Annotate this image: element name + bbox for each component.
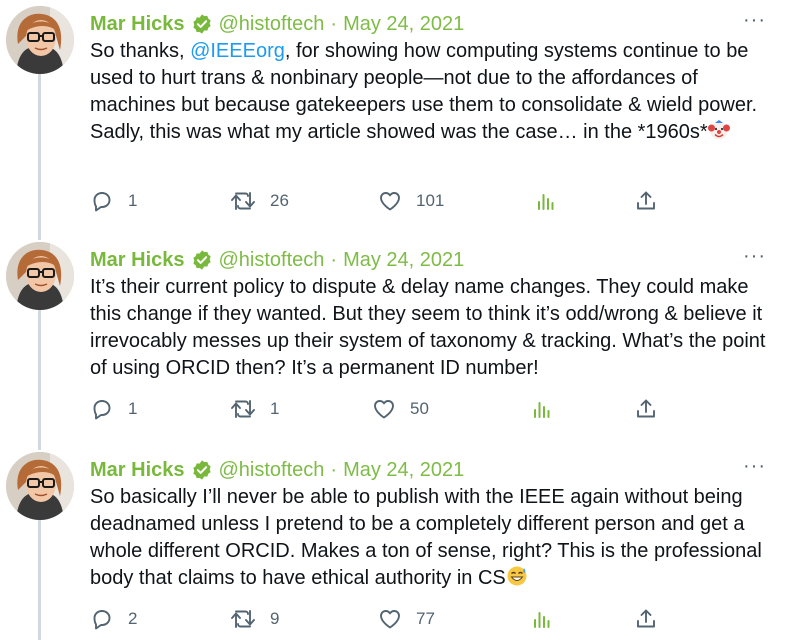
like-count: 101 [416, 191, 445, 210]
retweet-count: 26 [270, 191, 289, 210]
avatar-image [6, 242, 74, 310]
tweet[interactable]: Mar Hicks @histoftech · May 24, 2021 ···… [0, 240, 788, 440]
analytics-button[interactable] [530, 604, 554, 634]
analytics-icon [534, 612, 550, 628]
avatar[interactable] [6, 242, 74, 310]
tweet[interactable]: Mar Hicks @histoftech · May 24, 2021 ···… [0, 4, 788, 224]
author-handle[interactable]: @histoftech [219, 459, 325, 482]
like-icon [380, 192, 400, 211]
share-icon [637, 609, 655, 628]
reply-button[interactable]: 2 [90, 604, 137, 634]
share-button[interactable] [634, 394, 658, 424]
reply-button[interactable]: 1 [90, 186, 137, 216]
more-icon[interactable]: ··· [743, 10, 766, 30]
tweet-header: Mar Hicks @histoftech · May 24, 2021 [90, 456, 464, 484]
like-button[interactable]: 50 [372, 394, 429, 424]
tweet-text: So basically I’ll never be able to publi… [90, 484, 770, 592]
retweet-icon [231, 610, 255, 628]
tweet-actions: 2 9 77 [90, 604, 690, 634]
retweet-button[interactable]: 9 [230, 604, 279, 634]
tweet-date[interactable]: May 24, 2021 [343, 249, 464, 272]
avatar-image [6, 6, 74, 74]
share-button[interactable] [634, 186, 658, 216]
analytics-button[interactable] [534, 186, 558, 216]
tweet-text-part: So basically I’ll never be able to publi… [90, 486, 762, 589]
tweet-header: Mar Hicks @histoftech · May 24, 2021 [90, 246, 464, 274]
analytics-icon [538, 194, 554, 210]
author-handle[interactable]: @histoftech [219, 13, 325, 36]
analytics-button[interactable] [530, 394, 554, 424]
retweet-icon [231, 192, 255, 210]
like-icon [380, 610, 400, 629]
like-button[interactable]: 101 [378, 186, 444, 216]
tweet[interactable]: Mar Hicks @histoftech · May 24, 2021 ···… [0, 450, 788, 640]
like-count: 50 [410, 399, 429, 418]
verified-badge-icon [191, 13, 213, 35]
reply-count: 2 [128, 609, 138, 628]
avatar[interactable] [6, 6, 74, 74]
analytics-icon [534, 402, 550, 418]
retweet-button[interactable]: 1 [230, 394, 279, 424]
tweet-text-part: So thanks, [90, 40, 191, 62]
author-name[interactable]: Mar Hicks [90, 249, 185, 272]
tweet-actions: 1 26 101 [90, 186, 690, 216]
tweet-header: Mar Hicks @histoftech · May 24, 2021 [90, 10, 464, 38]
like-button[interactable]: 77 [378, 604, 435, 634]
tweet-date[interactable]: May 24, 2021 [343, 459, 464, 482]
retweet-icon [231, 400, 255, 418]
avatar-image [6, 452, 74, 520]
tweet-date[interactable]: May 24, 2021 [343, 13, 464, 36]
tweet-thread: Mar Hicks @histoftech · May 24, 2021 ···… [0, 0, 788, 640]
more-icon[interactable]: ··· [743, 246, 766, 266]
separator: · [330, 248, 338, 271]
reply-icon [93, 400, 111, 420]
author-handle[interactable]: @histoftech [219, 249, 325, 272]
mention-link[interactable]: @IEEEorg [190, 40, 285, 62]
avatar[interactable] [6, 452, 74, 520]
reply-count: 1 [128, 399, 138, 418]
retweet-count: 9 [270, 609, 280, 628]
retweet-button[interactable]: 26 [230, 186, 289, 216]
share-icon [637, 191, 655, 210]
separator: · [330, 458, 338, 481]
verified-badge-icon [191, 459, 213, 481]
share-icon [637, 399, 655, 418]
author-name[interactable]: Mar Hicks [90, 459, 185, 482]
author-name[interactable]: Mar Hicks [90, 13, 185, 36]
verified-badge-icon [191, 249, 213, 271]
like-count: 77 [416, 609, 435, 628]
reply-icon [93, 610, 111, 630]
retweet-count: 1 [270, 399, 280, 418]
separator: · [330, 12, 338, 35]
reply-button[interactable]: 1 [90, 394, 137, 424]
more-icon[interactable]: ··· [743, 456, 766, 476]
tweet-text: It’s their current policy to dispute & d… [90, 276, 766, 379]
share-button[interactable] [634, 604, 658, 634]
reply-icon [93, 192, 111, 212]
like-icon [374, 400, 394, 419]
clown-face-icon [707, 119, 730, 141]
tweet-actions: 1 1 50 [90, 394, 690, 424]
grinning-face-with-sweat-icon [506, 565, 528, 587]
tweet-text: So thanks, @IEEEorg, for showing how com… [90, 38, 770, 146]
reply-count: 1 [128, 191, 138, 210]
